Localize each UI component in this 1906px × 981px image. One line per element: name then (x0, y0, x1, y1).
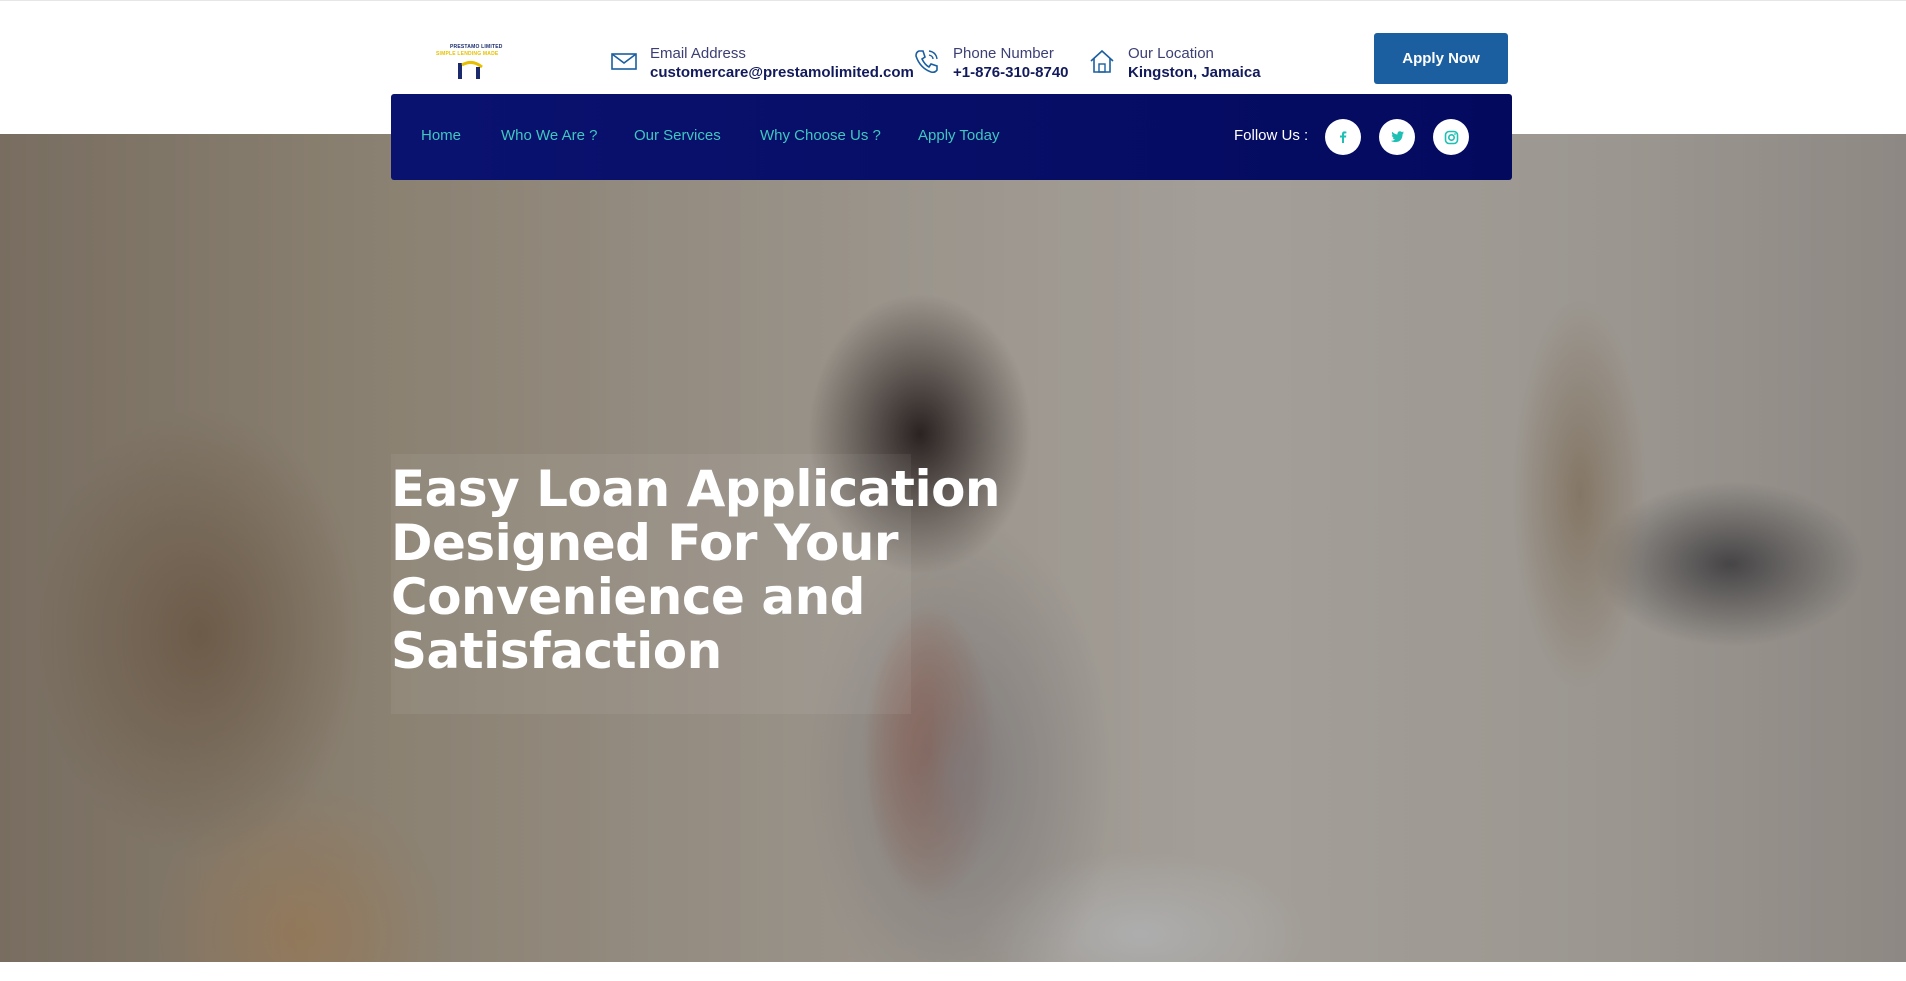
location-label: Our Location (1128, 45, 1214, 62)
instagram-glyph (1444, 130, 1458, 144)
home-icon (1090, 49, 1114, 73)
company-logo[interactable]: PRESTAMO LIMITED SIMPLE LENDING MADE (432, 41, 522, 83)
facebook-glyph (1340, 131, 1347, 143)
apply-now-button[interactable]: Apply Now (1374, 33, 1508, 84)
follow-us-label: Follow Us : (1234, 127, 1309, 144)
email-label: Email Address (650, 45, 746, 62)
page: Easy Loan Application Designed For Your … (0, 0, 1906, 981)
logo-text-primary: PRESTAMO LIMITED (450, 44, 503, 50)
logo-mark-icon (458, 60, 483, 79)
hero-title-line: Easy Loan Application (391, 460, 1001, 518)
location-info: Our Location Kingston, Jamaica (1088, 45, 1261, 85)
nav-item-our-services[interactable]: Our Services (634, 127, 721, 144)
nav-item-apply-today[interactable]: Apply Today (918, 127, 999, 144)
bottom-strip (0, 962, 1906, 981)
twitter-icon[interactable] (1379, 119, 1415, 155)
phone-value[interactable]: +1-876-310-8740 (953, 64, 1069, 81)
logo-text-secondary: SIMPLE LENDING MADE (436, 51, 499, 57)
phone-icon (915, 50, 938, 74)
main-nav: Home Who We Are ? Our Services Why Choos… (391, 94, 1512, 180)
instagram-icon[interactable] (1433, 119, 1469, 155)
envelope-icon (611, 53, 637, 70)
facebook-icon[interactable] (1325, 119, 1361, 155)
phone-label: Phone Number (953, 45, 1054, 62)
nav-item-why-choose-us[interactable]: Why Choose Us ? (760, 127, 881, 144)
phone-info: Phone Number +1-876-310-8740 (913, 45, 1083, 85)
location-value: Kingston, Jamaica (1128, 64, 1261, 81)
nav-item-home[interactable]: Home (421, 127, 461, 144)
hero-title-line: Satisfaction (391, 622, 722, 680)
hero-banner: Easy Loan Application Designed For Your … (0, 134, 1906, 962)
email-value[interactable]: customercare@prestamolimited.com (650, 64, 914, 81)
hero-title-line: Designed For Your (391, 514, 899, 572)
twitter-glyph (1390, 131, 1404, 143)
email-info: Email Address customercare@prestamolimit… (610, 45, 914, 85)
nav-item-who-we-are[interactable]: Who We Are ? (501, 127, 597, 144)
hero-title-line: Convenience and (391, 568, 865, 626)
hero-title: Easy Loan Application Designed For Your … (391, 462, 1011, 678)
